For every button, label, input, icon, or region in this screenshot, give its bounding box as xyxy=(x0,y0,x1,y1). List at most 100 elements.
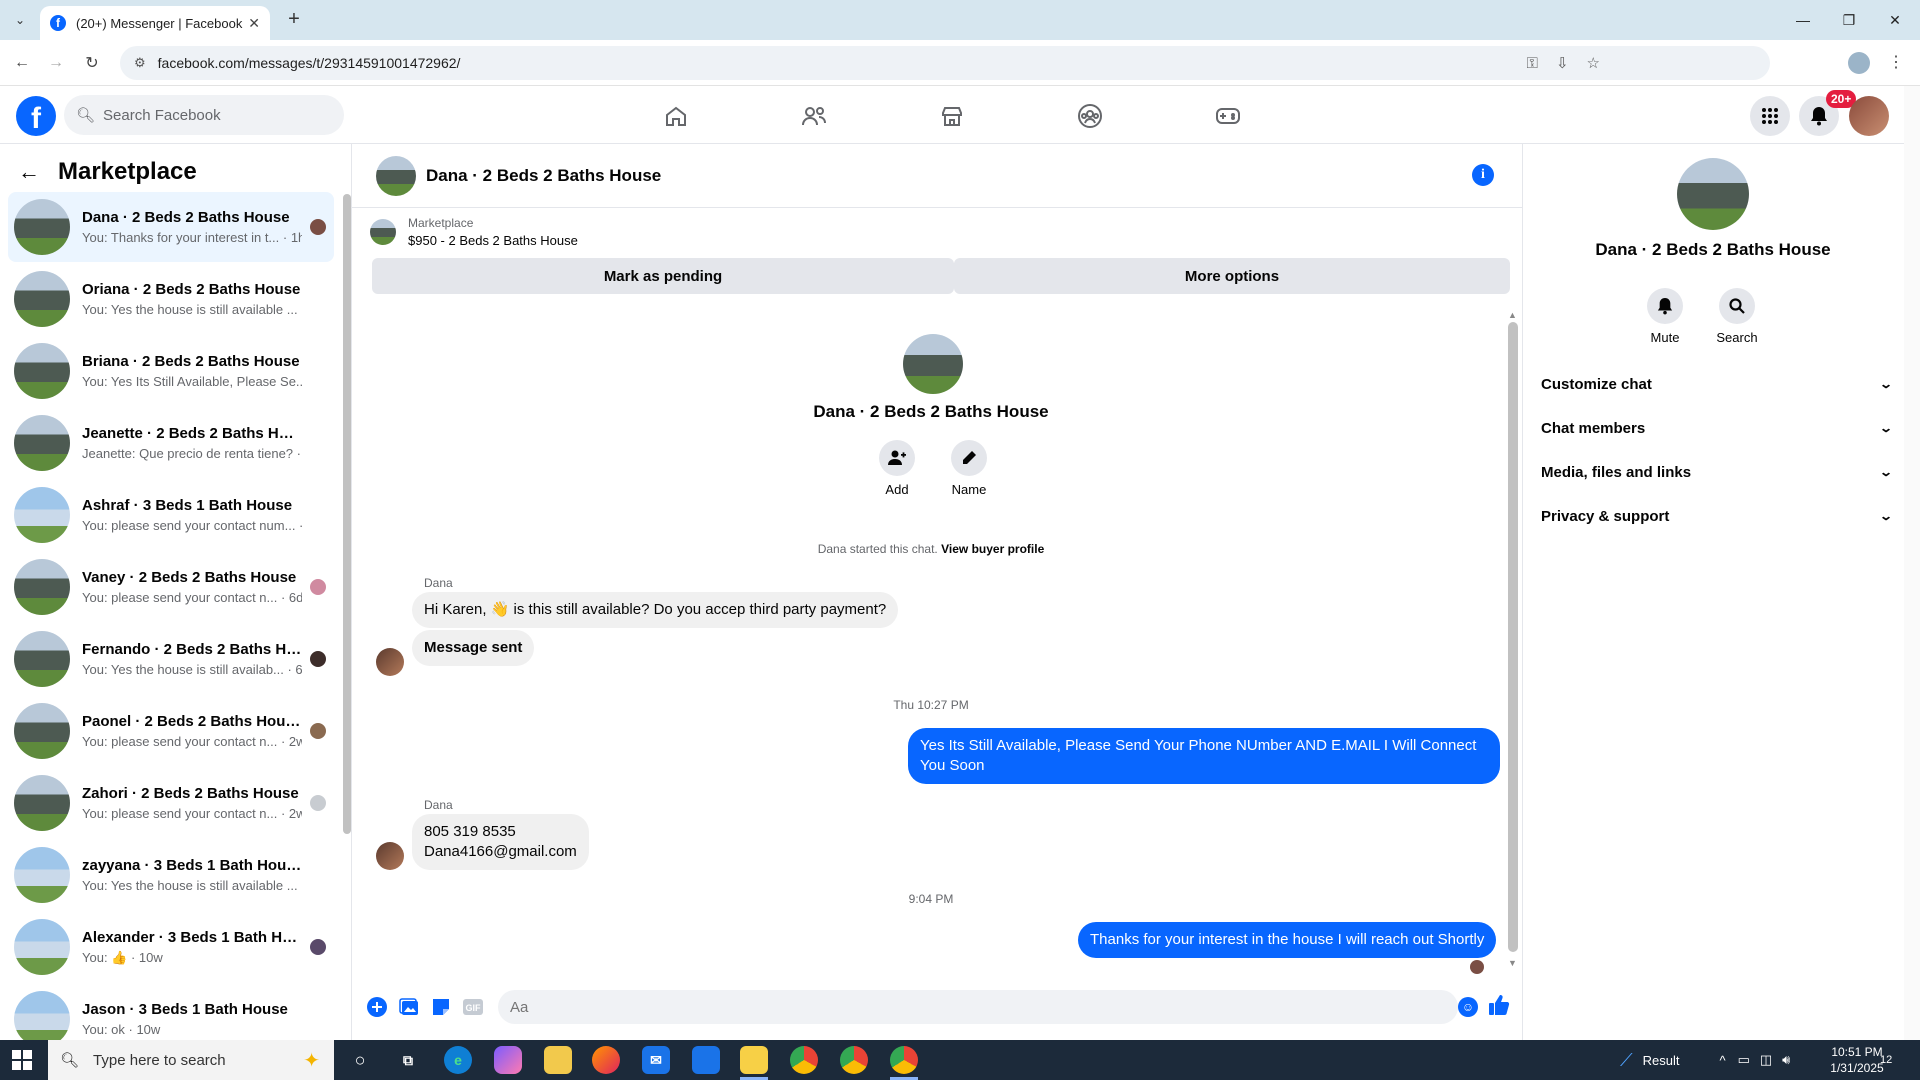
back-arrow-icon[interactable]: ← xyxy=(18,159,40,185)
thumbs-up-icon[interactable] xyxy=(1488,994,1510,1022)
groups-nav-icon[interactable] xyxy=(1070,96,1110,136)
tab-close-icon[interactable]: ✕ xyxy=(248,15,260,32)
mail-icon[interactable]: ✉ xyxy=(642,1046,670,1074)
search-placeholder: Search Facebook xyxy=(103,106,221,124)
sticky-notes-icon[interactable] xyxy=(740,1046,768,1074)
chrome-icon[interactable] xyxy=(790,1046,818,1074)
privacy-support-section[interactable]: Privacy & support ⌄ xyxy=(1541,498,1893,534)
tab-search-dropdown-icon[interactable]: ⌄ xyxy=(8,8,32,32)
scroll-up-icon[interactable]: ▲ xyxy=(1508,310,1517,320)
network-icon[interactable]: ▭ xyxy=(1738,1052,1750,1068)
task-view-icon[interactable]: ⧉ xyxy=(394,1046,422,1074)
firefox-icon[interactable] xyxy=(592,1046,620,1074)
view-buyer-profile-link[interactable]: View buyer profile xyxy=(941,542,1044,556)
outgoing-message[interactable]: Yes Its Still Available, Please Send You… xyxy=(908,728,1500,784)
conversation-item[interactable]: Ashraf · 3 Beds 1 Bath House You: please … xyxy=(8,480,334,550)
emoji-icon[interactable]: ☺ xyxy=(1458,997,1478,1017)
customize-chat-section[interactable]: Customize chat ⌄ xyxy=(1541,366,1893,402)
browser-tab[interactable]: f (20+) Messenger | Facebook ✕ xyxy=(40,6,270,40)
info-icon[interactable]: i xyxy=(1472,164,1494,186)
back-button[interactable]: ← xyxy=(10,51,34,75)
copilot-icon[interactable] xyxy=(494,1046,522,1074)
plus-circle-icon[interactable] xyxy=(366,996,388,1018)
reload-button[interactable]: ↻ xyxy=(80,51,104,75)
conversation-item[interactable]: Jason · 3 Beds 1 Bath House You: ok · 10w xyxy=(8,984,334,1040)
sticker-icon[interactable] xyxy=(430,996,452,1018)
conversation-name: Oriana · 2 Beds 2 Baths House xyxy=(82,281,301,298)
volume-icon[interactable]: 🔊︎ xyxy=(1782,1052,1790,1068)
forward-button[interactable]: → xyxy=(44,51,68,75)
restore-button[interactable]: ❐ xyxy=(1826,0,1872,40)
outgoing-message[interactable]: Thanks for your interest in the house I … xyxy=(1078,922,1497,958)
search-in-chat-button[interactable]: Search xyxy=(1707,288,1767,345)
result-icon[interactable]: ⟋ xyxy=(1620,1050,1633,1071)
cortana-icon[interactable]: ○ xyxy=(346,1046,374,1074)
wifi-icon[interactable]: ◫ xyxy=(1760,1052,1772,1068)
friends-nav-icon[interactable] xyxy=(794,96,834,136)
marketplace-nav-icon[interactable] xyxy=(932,96,972,136)
listing-price: $950 - 2 Beds 2 Baths House xyxy=(408,233,578,248)
conversation-item[interactable]: Zahori · 2 Beds 2 Baths House You: please… xyxy=(8,768,334,838)
more-options-button[interactable]: More options xyxy=(954,258,1510,294)
conversation-item[interactable]: Oriana · 2 Beds 2 Baths House You: Yes th… xyxy=(8,264,334,334)
edge-icon[interactable]: e xyxy=(444,1046,472,1074)
facebook-logo-icon[interactable]: f xyxy=(16,96,56,136)
sidebar-scrollbar[interactable] xyxy=(343,194,351,834)
conversation-item[interactable]: Vaney · 2 Beds 2 Baths House You: please … xyxy=(8,552,334,622)
windows-start-icon[interactable] xyxy=(12,1050,32,1070)
file-explorer-icon[interactable] xyxy=(544,1046,572,1074)
marketplace-listing-bar[interactable]: Marketplace $950 - 2 Beds 2 Baths House xyxy=(370,216,578,248)
menu-grid-icon[interactable] xyxy=(1750,96,1790,136)
conversation-item[interactable]: Paonel · 2 Beds 2 Baths House You: please… xyxy=(8,696,334,766)
browser-profile-icon[interactable] xyxy=(1848,52,1870,74)
add-people-button[interactable]: Add xyxy=(867,440,927,497)
incoming-message[interactable]: 805 319 8535 Dana4166@gmail.com xyxy=(412,814,589,870)
browser-menu-icon[interactable]: ⋮ xyxy=(1888,52,1904,72)
chat-members-section[interactable]: Chat members ⌄ xyxy=(1541,410,1893,446)
photo-icon[interactable] xyxy=(398,996,420,1018)
section-label: Chat members xyxy=(1541,419,1646,437)
close-window-button[interactable]: ✕ xyxy=(1872,0,1918,40)
conversation-item[interactable]: Fernando · 2 Beds 2 Baths Ho... You: Yes … xyxy=(8,624,334,694)
conversation-item[interactable]: Briana · 2 Beds 2 Baths House You: Yes It… xyxy=(8,336,334,406)
chrome-icon[interactable] xyxy=(890,1046,918,1074)
url-bar[interactable]: ⚙ facebook.com/messages/t/29314591001472… xyxy=(120,46,1770,80)
home-nav-icon[interactable] xyxy=(656,96,696,136)
bookmark-star-icon[interactable]: ☆ xyxy=(1587,54,1600,72)
sender-avatar[interactable] xyxy=(376,648,404,676)
install-app-icon[interactable]: ⇩ xyxy=(1556,54,1569,72)
notification-center-icon[interactable]: 12 xyxy=(1880,1040,1892,1080)
minimize-button[interactable]: — xyxy=(1780,0,1826,40)
taskbar-search-box[interactable]: 🔍︎ Type here to search ✦ xyxy=(48,1040,334,1080)
scroll-down-icon[interactable]: ▼ xyxy=(1508,958,1517,968)
incoming-message[interactable]: Hi Karen, 👋 is this still available? Do … xyxy=(412,592,899,628)
incoming-message[interactable]: Message sent xyxy=(412,630,535,666)
mute-button[interactable]: Mute xyxy=(1635,288,1695,345)
page-scrollbar[interactable] xyxy=(1904,86,1920,1040)
facebook-search-input[interactable]: 🔍︎ Search Facebook xyxy=(64,95,344,135)
tray-label[interactable]: Result xyxy=(1643,1053,1680,1068)
listing-thumbnail xyxy=(14,559,70,615)
show-hidden-icons-icon[interactable]: ^ xyxy=(1719,1053,1725,1068)
sender-avatar[interactable] xyxy=(376,842,404,870)
edit-name-button[interactable]: Name xyxy=(939,440,999,497)
conversation-item[interactable]: Alexander · 3 Beds 1 Bath Ho... You: 👍 · … xyxy=(8,912,334,982)
conversation-item[interactable]: Jeanette · 2 Beds 2 Baths House Jeanette:… xyxy=(8,408,334,478)
chat-header-thumbnail[interactable] xyxy=(376,155,416,196)
store-icon[interactable] xyxy=(692,1046,720,1074)
mark-as-pending-button[interactable]: Mark as pending xyxy=(372,258,954,294)
chrome-icon[interactable] xyxy=(840,1046,868,1074)
gif-icon[interactable]: GIF xyxy=(462,996,484,1018)
media-files-links-section[interactable]: Media, files and links ⌄ xyxy=(1541,454,1893,490)
listing-thumbnail xyxy=(370,219,396,245)
new-tab-button[interactable]: + xyxy=(282,8,306,31)
password-key-icon[interactable]: ⚿ xyxy=(1527,55,1538,72)
conversation-item[interactable]: zayyana · 3 Beds 1 Bath House You: Yes th… xyxy=(8,840,334,910)
gaming-nav-icon[interactable] xyxy=(1208,96,1248,136)
account-avatar[interactable] xyxy=(1849,96,1889,136)
message-input[interactable] xyxy=(498,990,1458,1024)
search-highlight-icon: ✦ xyxy=(303,1050,320,1072)
site-info-icon[interactable]: ⚙ xyxy=(134,55,146,71)
conversation-item[interactable]: Dana · 2 Beds 2 Baths House You: Thanks f… xyxy=(8,192,334,262)
chat-title[interactable]: Dana · 2 Beds 2 Baths House xyxy=(426,166,661,186)
